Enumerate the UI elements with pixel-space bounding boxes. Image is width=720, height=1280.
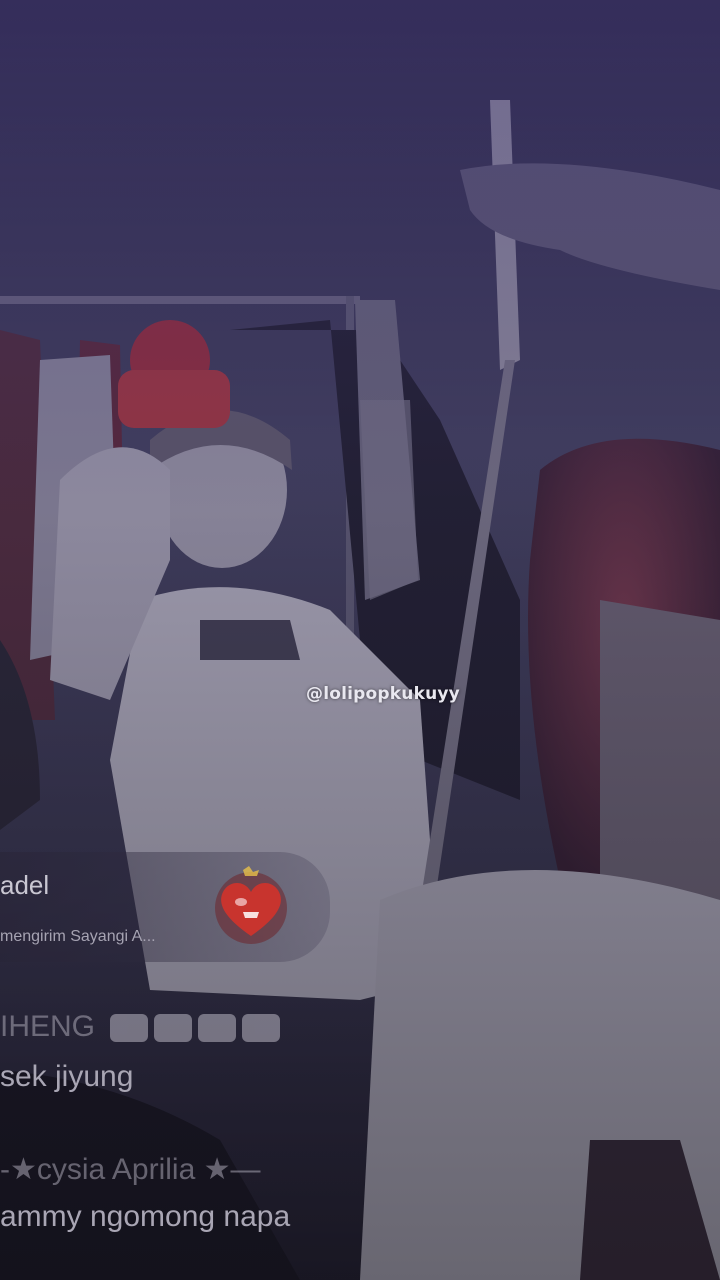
- gift-sender-name: adel: [0, 870, 50, 900]
- chat-message: sek jiyung: [0, 1060, 134, 1093]
- chat-message: ammy ngomong napa: [0, 1200, 291, 1233]
- flag-icon: [198, 1014, 236, 1042]
- chat-username: -★cysia Aprilia ★—: [0, 1153, 261, 1186]
- flag-icon: [242, 1014, 280, 1042]
- flag-icon: [154, 1014, 192, 1042]
- chat-username: IHENG: [0, 1010, 96, 1043]
- clothing-rack-bar: [0, 296, 360, 304]
- flag-badges: [110, 1014, 280, 1042]
- gift-message: mengirim Sayangi A...: [0, 928, 156, 945]
- heart-gift-icon: [215, 866, 287, 944]
- creator-watermark: @lolipopkukuyy: [306, 684, 460, 704]
- flag-icon: [110, 1014, 148, 1042]
